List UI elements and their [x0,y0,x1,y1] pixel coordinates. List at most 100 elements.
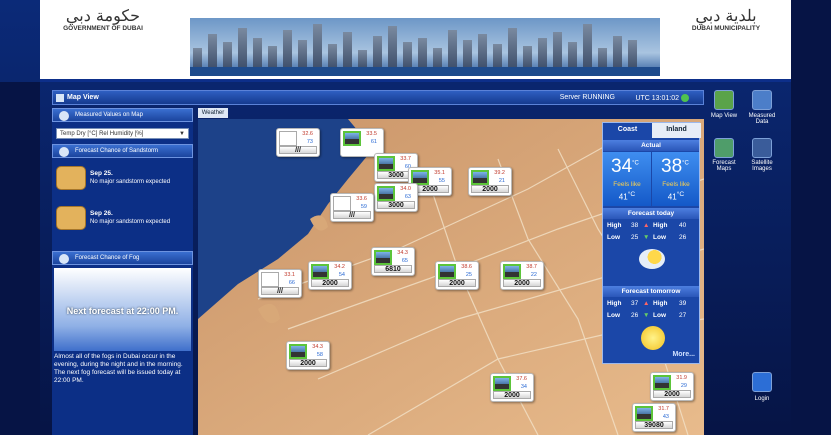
building-shape [598,48,607,68]
weather-station-marker[interactable]: 31.7 43 39080 [632,403,676,432]
key-icon[interactable] [752,372,772,392]
building-shape [268,46,277,68]
municipality-logo[interactable]: بلدية دبي DUBAI MUNICIPALITY [676,6,776,32]
lang-english-link[interactable]: english [689,73,708,79]
building-shape [418,38,427,68]
muni-arabic: بلدية دبي [695,6,757,25]
inland-temp: 38°C [661,156,689,178]
building-shape [568,42,577,68]
sandstorm-icon [56,206,86,230]
weather-station-marker[interactable]: 39.2 21 2000 [468,167,512,196]
inland-feels: 41°C [653,191,699,202]
more-link[interactable]: More... [672,351,695,358]
fog-header[interactable]: Forecast Chance of Fog [52,251,193,265]
building-shape [583,24,592,68]
partly-cloudy-icon [639,249,665,269]
station-humidity: 59 [360,204,367,210]
station-camera-icon [289,344,307,359]
weather-station-marker[interactable]: 37.6 34 2000 [490,373,534,402]
sandstorm-label: Forecast Chance of Sandstorm [75,148,159,154]
map-view-icon[interactable] [714,90,734,110]
inland-feels-label: Feels like [662,181,690,188]
sandstorm-icon [59,147,69,157]
station-temp: 38.6 [461,264,472,270]
coast-feels-value: 41 [618,192,628,202]
forecast-tomorrow-header: Forecast tomorrow [603,286,699,297]
weather-station-marker[interactable]: 33.1 66/// [258,269,302,298]
building-shape [553,32,562,68]
lang-arabic-link[interactable]: العربية [715,73,731,79]
station-temp: 34.2 [334,264,345,270]
tab-coast[interactable]: Coast [603,123,652,138]
satellite-images-nav[interactable]: Satellite Images [744,160,780,172]
measured-data-nav[interactable]: Measured Data [744,113,780,125]
satellite-images-icon[interactable] [752,138,772,158]
weather-station-marker[interactable]: 34.3 58 2000 [286,341,330,370]
station-humidity: 58 [316,352,323,358]
station-temp: 33.7 [400,156,411,162]
unit: °C [682,160,689,167]
collapse-icon[interactable] [56,94,64,102]
today-low-inland: 26 [679,234,687,241]
station-temp: 31.9 [676,375,687,381]
tomorrow-low-inland: 27 [679,312,687,319]
forecast-maps-nav[interactable]: Forecast Maps [706,160,742,172]
station-temp: 34.3 [312,344,323,350]
station-visibility: 2000 [471,185,509,193]
building-shape [238,28,247,68]
building-shape [478,34,487,68]
building-shape [448,30,457,68]
weather-station-marker[interactable]: 32.6 73/// [276,128,320,157]
login-button[interactable]: Login [744,396,780,402]
station-visibility: 2000 [653,390,691,398]
forecast-maps-icon[interactable] [714,138,734,158]
tab-inland[interactable]: Inland [652,123,701,138]
weather-station-marker[interactable]: 38.7 22 2000 [500,261,544,290]
building-shape [313,24,322,68]
measured-data-icon[interactable] [752,90,772,110]
station-camera-icon [279,131,297,146]
low-label: Low [653,234,666,241]
low-label: Low [653,312,666,319]
measured-values-header[interactable]: Measured Values on Map [52,108,193,122]
language-switch: english | العربية [689,73,731,79]
station-camera-icon [438,264,456,279]
station-camera-icon [653,375,671,390]
weather-station-marker[interactable]: 34.2 54 2000 [308,261,352,290]
map-view-titlebar: Map View Server RUNNING UTC 13:01:02 [52,90,704,105]
tomorrow-high-coast: 37 [631,300,639,307]
station-humidity: 22 [530,272,537,278]
weather-station-marker[interactable]: 34.3 65 6810 [371,247,415,276]
fog-forecast-box: Next forecast at 22:00 PM. [54,268,191,351]
utc-clock: UTC 13:01:02 [635,94,689,102]
building-shape [343,32,352,68]
measurement-select[interactable]: Temp Dry [°C] Rel Humidity [%] ▼ [56,128,189,139]
weather-station-marker[interactable]: 34.0 63 3000 [374,183,418,212]
app-window: حكومة دبي GOVERNMENT OF DUBAI بلدية دبي … [0,0,831,435]
station-camera-icon [311,264,329,279]
building-shape [508,28,517,68]
station-temp: 33.1 [284,272,295,278]
unit: °C [627,191,636,198]
gov-english: GOVERNMENT OF DUBAI [63,25,143,32]
inland-feels-value: 41 [667,192,677,202]
station-camera-icon [635,406,653,421]
government-logo[interactable]: حكومة دبي GOVERNMENT OF DUBAI [58,6,148,32]
sand-msg-2: No major sandstorm expected [90,219,171,225]
coast-feels: 41°C [604,191,650,202]
station-visibility: 2000 [438,279,476,287]
weather-station-marker[interactable]: 31.9 29 2000 [650,372,694,401]
sand-date-1: Sep 25. [90,170,113,177]
station-humidity: 65 [401,258,408,264]
station-visibility: 6810 [374,265,412,273]
weather-station-marker[interactable]: 33.6 59/// [330,193,374,222]
chevron-down-icon: ▼ [179,131,185,137]
forecast-panel: Coast Inland Actual 34°C 38°C Feels like… [602,122,701,364]
station-humidity: 55 [438,178,445,184]
weather-station-marker[interactable]: 38.6 25 2000 [435,261,479,290]
sandstorm-header[interactable]: Forecast Chance of Sandstorm [52,144,193,158]
building-shape [283,30,292,68]
map-view-nav[interactable]: Map View [706,113,742,119]
tab-weather[interactable]: Weather [198,108,228,118]
station-camera-icon [471,170,489,185]
